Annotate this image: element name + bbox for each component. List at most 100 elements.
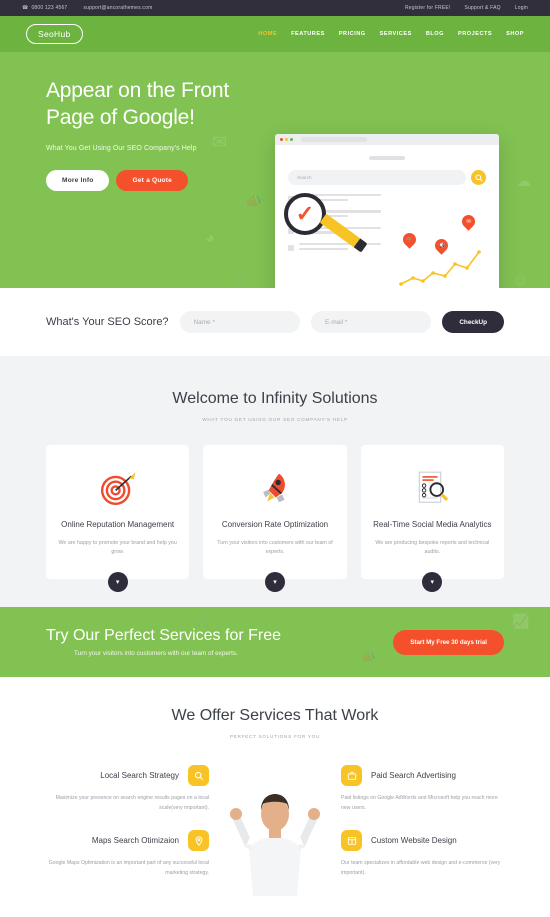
phone-icon: ☎ [22, 5, 29, 11]
feature-card[interactable]: Real-Time Social Media Analytics We are … [360, 445, 504, 593]
cta-subtitle: Turn your visitors into customers with o… [74, 650, 238, 658]
nav-item-services[interactable]: SERVICES [380, 31, 412, 37]
line-chart-icon [399, 250, 481, 286]
mock-search-input: Search [288, 170, 466, 185]
mock-search-row: Search [288, 170, 486, 185]
services-left-column: Local Search Strategy Maximize your pres… [46, 765, 209, 896]
feature-card-text: We are happy to promote your brand and h… [58, 539, 177, 555]
nav-item-pricing[interactable]: PRICING [339, 31, 366, 37]
decor-cart-icon: 🛒 [232, 274, 250, 288]
feature-card-title: Online Reputation Management [61, 520, 175, 529]
service-title: Maps Search Otimizaion [91, 836, 179, 846]
browser-url-bar [301, 137, 367, 142]
nav-item-features[interactable]: FEATURES [291, 31, 325, 37]
browser-maximize-dot [290, 138, 293, 141]
get-a-quote-button[interactable]: Get a Quote [116, 169, 189, 191]
browser-titlebar [275, 134, 499, 145]
magnifier-check-icon: ✓ [284, 193, 326, 235]
cta-text: Try Our Perfect Services for Free Turn y… [46, 627, 281, 657]
service-text: Paid listings on Google AdWords and Micr… [341, 795, 498, 811]
search-icon [471, 170, 486, 185]
decor-megaphone-icon: 📣 [360, 649, 377, 665]
feature-card-text: Turn your visitors into customers with o… [217, 539, 333, 555]
celebrating-man-photo [230, 793, 320, 896]
service-item[interactable]: Custom Website Design Our team specializ… [341, 830, 504, 878]
phone-number: 0800 123 4567 [31, 5, 68, 11]
support-faq-link[interactable]: Support & FAQ [465, 5, 501, 11]
browser-close-dot [280, 138, 283, 141]
nav-item-projects[interactable]: PROJECTS [458, 31, 492, 37]
main-navigation: SeoHub HOME FEATURES PRICING SERVICES BL… [0, 16, 550, 52]
service-text: Our team specializes in affordable web d… [341, 860, 501, 876]
name-input[interactable] [179, 311, 300, 333]
welcome-section: Welcome to Infinity Solutions WHAT YOU G… [0, 356, 550, 608]
welcome-title: Welcome to Infinity Solutions [172, 390, 378, 407]
hero-section: ✉ 📣 ◕ 🛒 ☁ ☺ Appear on the Front Page of … [0, 52, 550, 288]
check-mark: ✓ [295, 201, 315, 226]
mock-page-title [369, 156, 405, 160]
seo-score-title: What's Your SEO Score? [46, 316, 169, 328]
service-header: Custom Website Design [341, 830, 504, 852]
feature-card[interactable]: Conversion Rate Optimization Turn your v… [203, 445, 347, 593]
decor-chart-icon: ◕ [205, 230, 215, 247]
hero-title: Appear on the Front Page of Google! [46, 78, 250, 132]
services-section: We Offer Services That Work PERFECT SOLU… [0, 677, 550, 896]
rocket-icon [215, 461, 334, 515]
service-item[interactable]: Paid Search Advertising Paid listings on… [341, 765, 504, 813]
feature-card-title: Conversion Rate Optimization [221, 520, 329, 529]
checkup-button[interactable]: CheckUp [442, 311, 505, 333]
feature-card-title: Real-Time Social Media Analytics [373, 520, 492, 529]
service-text: Google Maps Optimization is an important… [48, 860, 209, 876]
feature-card[interactable]: Online Reputation Management We are happ… [46, 445, 190, 593]
feature-cards: Online Reputation Management We are happ… [0, 445, 550, 593]
email-address: support@ancorathemes.com [83, 5, 153, 11]
login-link[interactable]: Login [515, 5, 528, 11]
decor-cart-icon: 🛒 [196, 611, 214, 628]
service-title: Local Search Strategy [100, 771, 179, 781]
nav-item-shop[interactable]: SHOP [506, 31, 524, 37]
decor-smiley-icon: ☺ [512, 272, 529, 288]
email-input[interactable] [310, 311, 432, 333]
seo-score-section: What's Your SEO Score? CheckUp [0, 288, 550, 356]
services-subtitle: PERFECT SOLUTIONS FOR YOU [229, 734, 321, 740]
cta-title: Try Our Perfect Services for Free [46, 627, 282, 645]
top-bar: ☎ 0800 123 4567 support@ancorathemes.com… [0, 0, 550, 16]
service-title: Paid Search Advertising [371, 771, 456, 781]
service-header: Local Search Strategy [46, 765, 209, 787]
nav-links: HOME FEATURES PRICING SERVICES BLOG PROJ… [258, 31, 524, 37]
decor-chart-icon: 📈 [512, 613, 530, 630]
document-magnifier-icon [373, 461, 492, 515]
service-text: Maximize your presence on search engine … [55, 795, 209, 811]
hero-title-line2: Page of Google! [46, 105, 195, 129]
register-link[interactable]: Register for FREE! [405, 5, 451, 11]
service-item[interactable]: Maps Search Otimizaion Google Maps Optim… [46, 830, 209, 878]
welcome-subtitle: WHAT YOU GET USING OUR SEO COMPANY'S HEL… [202, 417, 348, 422]
service-header: Maps Search Otimizaion [46, 830, 209, 852]
services-title: We Offer Services That Work [171, 707, 379, 725]
browser-content: Search ✓ 🛒 📢 ✉ [275, 145, 499, 288]
hero-subtitle: What You Get Using Our SEO Company's Hel… [46, 144, 197, 152]
service-item[interactable]: Local Search Strategy Maximize your pres… [46, 765, 209, 813]
hero-buttons: More Info Get a Quote [46, 169, 250, 191]
chevron-down-icon[interactable]: ▾ [264, 572, 285, 593]
chevron-down-icon[interactable]: ▾ [422, 572, 443, 593]
hero-title-line1: Appear on the Front [46, 79, 229, 102]
email-contact[interactable]: support@ancorathemes.com [83, 5, 152, 11]
feature-card-text: We are producing bespoke reports and tec… [375, 539, 490, 555]
result-lines [299, 243, 381, 252]
decor-megaphone-icon: 📣 [244, 193, 263, 210]
top-bar-links: Register for FREE! Support & FAQ Login [405, 5, 528, 11]
services-right-column: Paid Search Advertising Paid listings on… [341, 765, 504, 896]
nav-item-blog[interactable]: BLOG [426, 31, 444, 37]
browser-mockup-illustration: Search ✓ 🛒 📢 ✉ [275, 134, 499, 288]
phone-contact[interactable]: ☎ 0800 123 4567 [22, 5, 67, 11]
browser-minimize-dot [285, 138, 288, 141]
start-free-trial-button[interactable]: Start My Free 30 days trial [393, 629, 504, 655]
target-dart-icon [58, 461, 177, 515]
nav-item-home[interactable]: HOME [258, 31, 277, 37]
more-info-button[interactable]: More Info [46, 169, 110, 191]
chevron-down-icon[interactable]: ▾ [107, 572, 128, 593]
cta-banner: 🛒 📣 📈 Try Our Perfect Services for Free … [0, 607, 550, 678]
site-logo[interactable]: SeoHub [26, 24, 83, 44]
result-thumb [288, 244, 294, 251]
